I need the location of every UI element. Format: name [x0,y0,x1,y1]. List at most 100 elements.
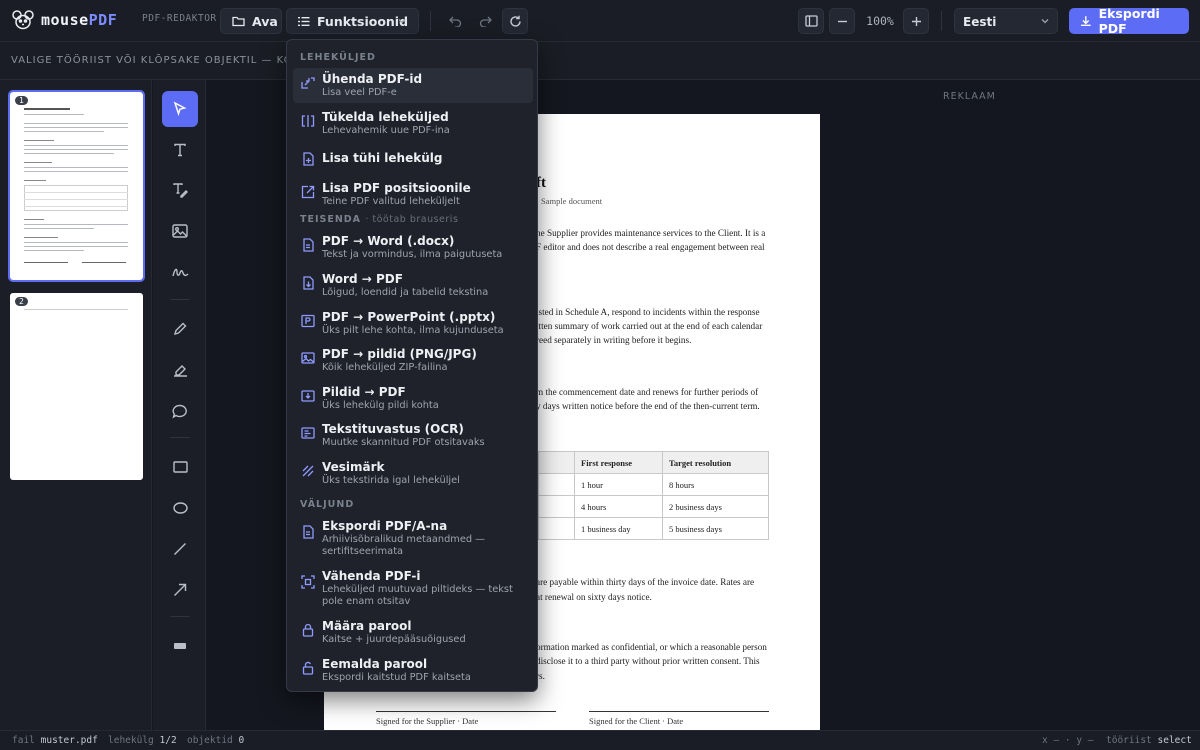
menu-item-label: Lisa PDF positsioonile [322,181,471,195]
text-icon [174,143,186,157]
reload-button[interactable] [502,8,528,34]
functions-button[interactable]: Funktsioonid [286,8,419,34]
arrow-tool-button[interactable] [162,572,198,608]
tool-divider [170,437,190,438]
tool-divider [170,299,190,300]
doc-text-line: reed separately in writing before it beg… [536,335,692,345]
menu-item-label: Pildid → PDF [322,385,406,399]
compress-icon [301,575,315,589]
page-thumbnail[interactable]: 2 [10,293,143,480]
status-file: fail muster.pdf [12,735,98,746]
status-objects: objektid 0 [187,735,245,746]
redo-button[interactable] [472,8,498,34]
menu-item-label: Tekstituvastus (OCR) [322,422,464,436]
open-button[interactable]: Ava [220,8,282,34]
menu-item-desc: Lõigud, loendid ja tabelid tekstina [322,287,489,298]
line-icon [174,543,186,555]
menu-item-insert-pdf[interactable]: Lisa PDF positsioonile Teine PDF valitud… [293,177,533,212]
menu-item-desc: Üks tekstirida igal leheküljel [322,475,460,486]
doc-text-line: m the commencement date and renews for f… [536,387,759,397]
zoom-out-button[interactable] [829,8,855,34]
signature-tool-button[interactable] [162,254,198,290]
comment-tool-button[interactable] [162,393,198,429]
table-cell: 8 hours [662,473,769,496]
zoom-in-button[interactable] [903,8,929,34]
status-page: lehekülg 1/2 [108,735,177,746]
menu-item-label: PDF → Word (.docx) [322,234,455,248]
table-header: First response [574,451,663,474]
menu-item-label: Tükelda leheküljed [322,110,449,124]
table-row: 4 hours 2 business days [538,495,769,518]
text-edit-icon [173,183,188,198]
page-number-badge: 1 [15,96,28,105]
doc-text-line: he Supplier provides maintenance service… [536,228,766,238]
text-tool-button[interactable] [162,132,198,168]
menu-item-pdf-to-images[interactable]: PDF → pildid (PNG/JPG) Kõik leheküljed Z… [293,343,533,378]
redo-icon [479,16,492,27]
rectangle-icon [172,461,188,473]
doc-text-line: ormation marked as confidential, or whic… [536,642,767,652]
rectangle-tool-button[interactable] [162,449,198,485]
select-tool-button[interactable] [162,91,198,127]
language-value: Eesti [963,15,997,29]
folder-icon [232,16,245,27]
edit-text-tool-button[interactable] [162,172,198,208]
menu-item-desc: Üks pilt lehe kohta, ilma kujunduseta [322,325,504,336]
list-icon [298,16,310,26]
tool-panel [153,80,206,730]
ellipse-icon [172,502,188,514]
functions-menu: LEHEKÜLJED Ühenda PDF-id Lisa veel PDF-e… [286,39,538,692]
menu-item-pdf-to-powerpoint[interactable]: PDF → PowerPoint (.pptx) Üks pilt lehe k… [293,306,533,341]
menu-item-desc: Kõik leheküljed ZIP-failina [322,362,448,373]
zoom-level: 100% [866,14,894,28]
context-bar: VALIGE TÖÖRIIST VÕI KLÕPSAKE OBJEKTIL — … [0,42,1200,80]
menu-item-compress[interactable]: Vähenda PDF-i Leheküljed muutuvad piltid… [293,565,533,611]
menu-item-label: Ekspordi PDF/A-na [322,519,448,533]
toggle-sidebar-button[interactable] [798,8,824,34]
app-logo: mousePDF [11,9,117,31]
ellipse-tool-button[interactable] [162,490,198,526]
tool-divider [170,616,190,617]
status-bar: fail muster.pdf lehekülg 1/2 objektid 0 … [0,730,1200,750]
menu-item-pdf-to-word[interactable]: PDF → Word (.docx) Tekst ja vormindus, i… [293,230,533,265]
undo-button[interactable] [442,8,468,34]
menu-item-add-blank-page[interactable]: Lisa tühi lehekülg [293,144,533,174]
signature-label-supplier: Signed for the Supplier · Date [376,716,479,726]
signature-icon [171,268,188,277]
export-pdf-button[interactable]: Ekspordi PDF [1069,6,1189,36]
table-cell: 1 business day [574,517,663,540]
menu-item-label: Lisa tühi lehekülg [322,151,443,165]
menu-item-desc: Lehevahemik uue PDF-ina [322,125,450,136]
functions-button-label: Funktsioonid [317,13,409,29]
menu-item-watermark[interactable]: Vesimärk Üks tekstirida igal leheküljel [293,456,533,491]
refresh-icon [509,15,521,27]
menu-item-merge[interactable]: Ühenda PDF-id Lisa veel PDF-e [293,68,533,103]
menu-item-label: Määra parool [322,619,412,633]
language-select[interactable]: Eesti [954,8,1058,34]
highlighter-icon [173,365,187,377]
menu-item-desc: Muutke skannitud PDF otsitavaks [322,437,485,448]
pen-tool-button[interactable] [162,311,198,347]
lock-icon [302,623,314,637]
doc-text-line: are payable within thirty days of the in… [536,577,755,587]
menu-item-split[interactable]: Tükelda leheküljed Lehevahemik uue PDF-i… [293,106,533,141]
chevron-down-icon [398,19,406,24]
menu-item-ocr[interactable]: Tekstituvastus (OCR) Muutke skannitud PD… [293,418,533,453]
merge-icon [301,77,315,89]
menu-item-desc: Lisa veel PDF-e [322,87,397,98]
table-row: 1 business day 5 business days [538,517,769,540]
page-thumbnail[interactable]: 1 [8,90,145,282]
status-tool: tööriist select [1106,735,1192,746]
redact-tool-button[interactable] [162,628,198,664]
highlighter-tool-button[interactable] [162,352,198,388]
image-import-icon [301,390,315,402]
menu-item-images-to-pdf[interactable]: Pildid → PDF Üks lehekülg pildi kohta [293,381,533,416]
menu-item-set-password[interactable]: Määra parool Kaitse + juurdepääsuõigused [293,615,533,650]
image-tool-button[interactable] [162,213,198,249]
line-tool-button[interactable] [162,531,198,567]
menu-item-remove-password[interactable]: Eemalda parool Ekspordi kaitstud PDF kai… [293,653,533,688]
menu-section-convert: TEISENDA · töötab brauseris [300,214,459,225]
menu-item-word-to-pdf[interactable]: Word → PDF Lõigud, loendid ja tabelid te… [293,268,533,303]
toolbar-divider [430,11,431,31]
menu-item-export-pdfa[interactable]: Ekspordi PDF/A-na Arhiivisõbralikud meta… [293,515,533,561]
